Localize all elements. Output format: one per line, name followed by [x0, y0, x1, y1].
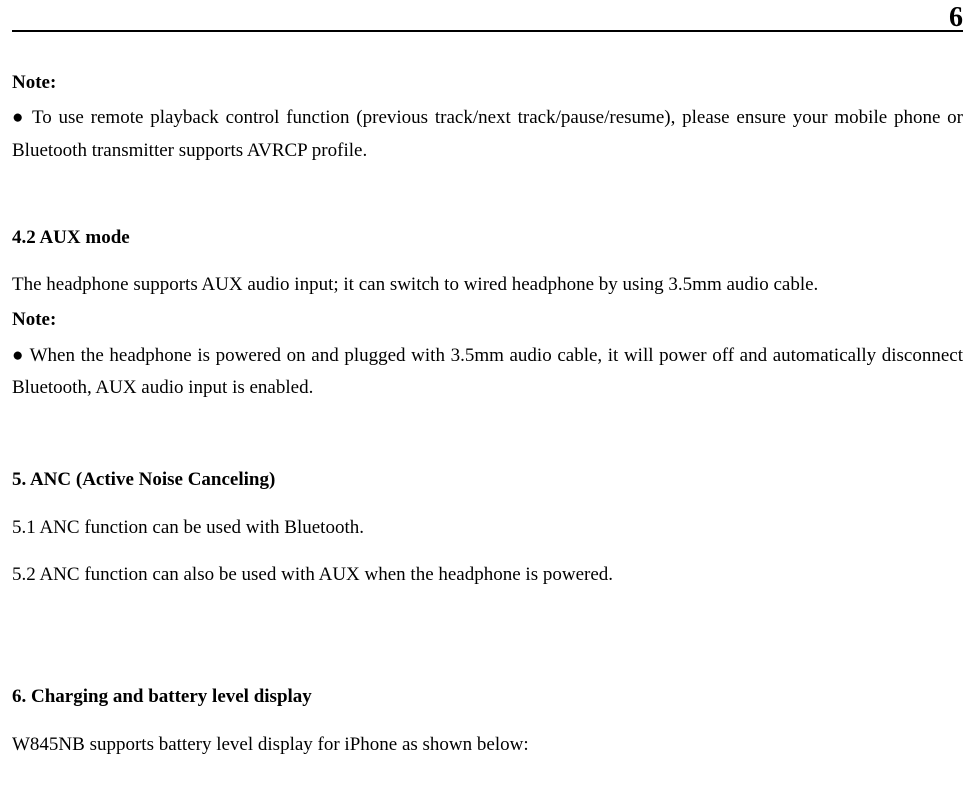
section-5-title: 5. ANC (Active Noise Canceling)	[12, 464, 963, 496]
page-header: 6	[12, 0, 963, 32]
section-6-title: 6. Charging and battery level display	[12, 681, 963, 713]
section-4-2-text: The headphone supports AUX audio input; …	[12, 269, 963, 301]
section-5-2-text: 5.2 ANC function can also be used with A…	[12, 559, 963, 591]
note-1-bullet: ● To use remote playback control functio…	[12, 102, 963, 167]
note-label-1: Note:	[12, 67, 963, 99]
section-4-2-title: 4.2 AUX mode	[12, 222, 963, 254]
note-label-2: Note:	[12, 304, 963, 336]
section-6-text: W845NB supports battery level display fo…	[12, 729, 963, 761]
note-2-bullet: ● When the headphone is powered on and p…	[12, 340, 963, 405]
page-number: 6	[949, 0, 963, 42]
section-5-1-text: 5.1 ANC function can be used with Blueto…	[12, 512, 963, 544]
